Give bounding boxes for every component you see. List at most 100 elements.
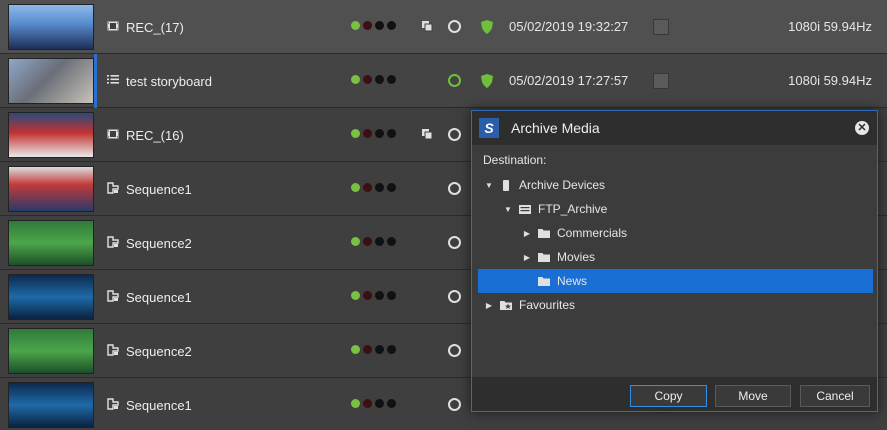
item-name-label: test storyboard <box>126 73 212 89</box>
move-button[interactable]: Move <box>715 385 791 407</box>
tree-node[interactable]: ▶ Commercials <box>478 221 873 245</box>
status-dots <box>351 345 396 354</box>
item-date: 05/02/2019 17:27:57 <box>509 73 629 88</box>
film-icon <box>107 20 119 35</box>
status-dot <box>363 183 372 192</box>
status-dot <box>351 345 360 354</box>
shield-icon <box>481 74 493 88</box>
status-dot <box>375 345 384 354</box>
item-name: Sequence1 <box>107 270 192 324</box>
status-dot <box>363 345 372 354</box>
caret-right-icon[interactable]: ▶ <box>522 253 532 262</box>
sequence-icon <box>107 235 119 251</box>
cancel-button[interactable]: Cancel <box>800 385 870 407</box>
item-name: REC_(17) <box>107 0 184 54</box>
status-dots <box>351 399 396 408</box>
item-name: test storyboard <box>107 54 212 108</box>
status-dot <box>375 75 384 84</box>
favourites-folder-icon <box>494 300 519 311</box>
status-dot <box>387 21 396 30</box>
app-logo-icon: S <box>479 118 499 138</box>
status-dot <box>375 129 384 138</box>
circle-icon[interactable] <box>448 398 461 411</box>
tree-node-label: Movies <box>557 250 596 264</box>
folder-icon <box>532 276 557 287</box>
sequence-icon <box>107 343 119 359</box>
close-icon[interactable]: ✕ <box>855 121 869 135</box>
tree-node[interactable]: News <box>478 269 873 293</box>
dialog-title: Archive Media <box>511 120 600 136</box>
thumbnail <box>8 220 94 266</box>
focus-indicator <box>94 54 97 108</box>
copy-button[interactable]: Copy <box>630 385 707 407</box>
tree-node[interactable]: ▼ Archive Devices <box>478 173 873 197</box>
dialog-footer: Copy Move Cancel <box>472 377 877 411</box>
status-dot <box>375 399 384 408</box>
list-item[interactable]: REC_(17) 05/02/2019 19:32:27 1080i 59.94Hz <box>0 0 887 54</box>
status-dot <box>363 237 372 246</box>
status-dot <box>375 183 384 192</box>
thumbnail <box>8 328 94 374</box>
status-dot <box>387 75 396 84</box>
thumbnail <box>8 274 94 320</box>
thumbnail <box>8 166 94 212</box>
archive-media-dialog: S Archive Media ✕ Destination: ▼ Archive … <box>471 110 878 412</box>
tree-node[interactable]: ▶ Favourites <box>478 293 873 317</box>
status-dot <box>351 237 360 246</box>
select-checkbox[interactable] <box>653 19 669 35</box>
status-dot <box>363 75 372 84</box>
status-dot <box>363 129 372 138</box>
item-name: Sequence2 <box>107 324 192 378</box>
status-dot <box>387 291 396 300</box>
caret-right-icon[interactable]: ▶ <box>484 301 494 310</box>
status-dots <box>351 183 396 192</box>
select-checkbox[interactable] <box>653 73 669 89</box>
status-dot <box>363 291 372 300</box>
status-dot <box>363 399 372 408</box>
server-icon <box>513 204 538 215</box>
list-item[interactable]: test storyboard 05/02/2019 17:27:57 1080i … <box>0 54 887 108</box>
tree-node[interactable]: ▼ FTP_Archive <box>478 197 873 221</box>
item-name-label: REC_(16) <box>126 127 184 143</box>
status-dot <box>351 183 360 192</box>
caret-down-icon[interactable]: ▼ <box>503 205 513 214</box>
circle-icon[interactable] <box>448 344 461 357</box>
item-format: 1080i 59.94Hz <box>788 73 872 88</box>
status-dot <box>387 183 396 192</box>
thumbnail <box>8 112 94 158</box>
status-dot <box>375 291 384 300</box>
thumbnail <box>8 382 94 428</box>
circle-icon[interactable] <box>448 182 461 195</box>
tree-node-label: Favourites <box>519 298 576 312</box>
tree-node-label: FTP_Archive <box>538 202 608 216</box>
circle-icon[interactable] <box>448 20 461 33</box>
status-dot <box>351 21 360 30</box>
item-name-label: Sequence1 <box>126 181 192 197</box>
status-dots <box>351 129 396 138</box>
tree-node[interactable]: ▶ Movies <box>478 245 873 269</box>
circle-icon[interactable] <box>448 128 461 141</box>
tree-node-label: Commercials <box>557 226 628 240</box>
thumbnail <box>8 4 94 50</box>
caret-right-icon[interactable]: ▶ <box>522 229 532 238</box>
item-name-label: Sequence2 <box>126 343 192 359</box>
status-dot <box>351 399 360 408</box>
item-date: 05/02/2019 19:32:27 <box>509 19 629 34</box>
status-dots <box>351 75 396 84</box>
item-name-label: Sequence1 <box>126 289 192 305</box>
copy-icon <box>421 20 433 32</box>
item-format: 1080i 59.94Hz <box>788 19 872 34</box>
sequence-icon <box>107 397 119 413</box>
status-dot <box>351 291 360 300</box>
tree-node-label: Archive Devices <box>519 178 606 192</box>
status-dot <box>387 237 396 246</box>
thumbnail <box>8 58 94 104</box>
status-dot <box>363 21 372 30</box>
caret-down-icon[interactable]: ▼ <box>484 181 494 190</box>
copy-icon <box>421 128 433 140</box>
tree-node-label: News <box>557 274 588 288</box>
circle-icon[interactable] <box>448 236 461 249</box>
check-circle-icon[interactable] <box>448 74 461 87</box>
circle-icon[interactable] <box>448 290 461 303</box>
status-dot <box>351 129 360 138</box>
